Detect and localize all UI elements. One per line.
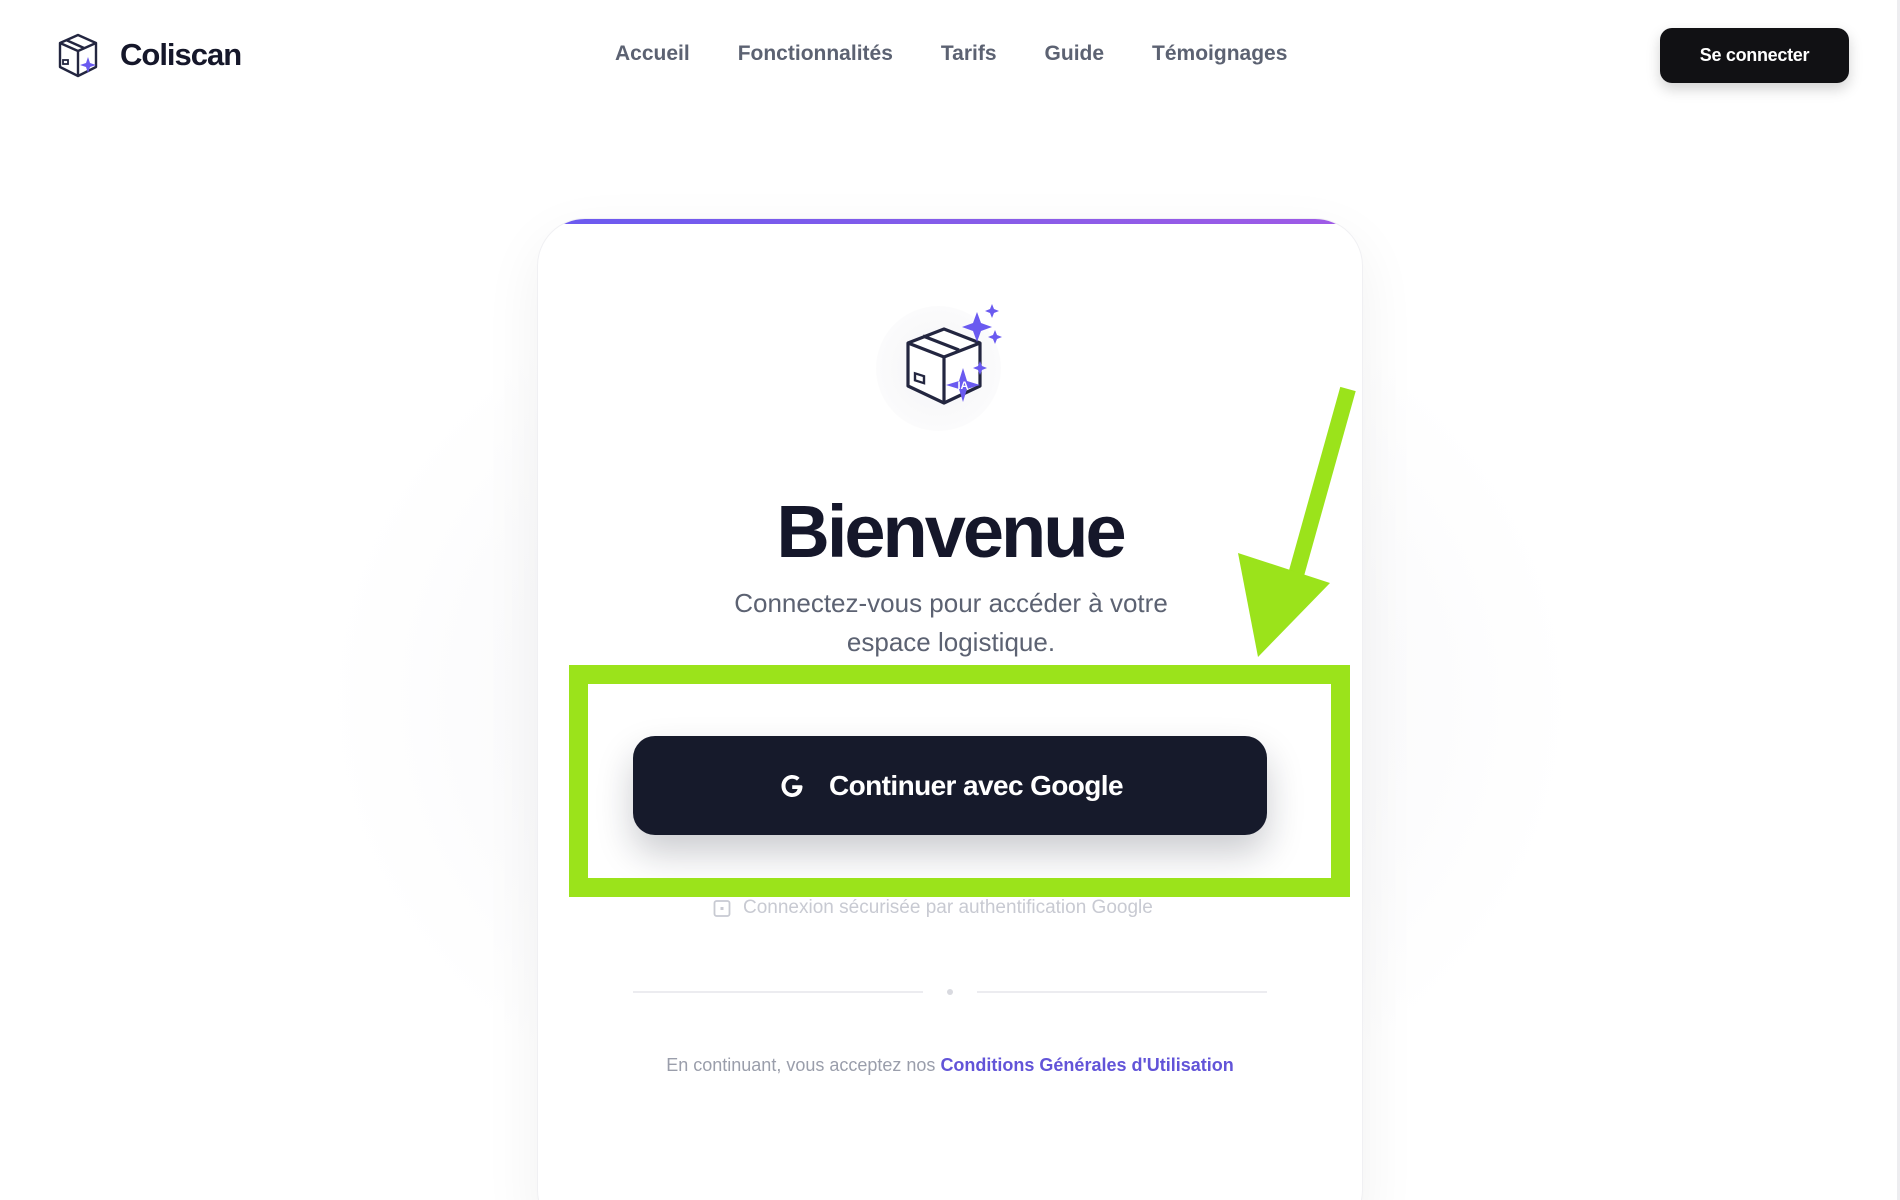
brand-name: Coliscan bbox=[120, 37, 242, 72]
login-page: Coliscan Accueil Fonctionnalités Tarifs … bbox=[0, 0, 1900, 1200]
nav-link-accueil[interactable]: Accueil bbox=[615, 42, 690, 66]
lock-icon bbox=[713, 900, 731, 917]
ia-badge-text: IA bbox=[958, 380, 969, 392]
welcome-subtitle: Connectez-vous pour accéder à votre espa… bbox=[734, 588, 1168, 657]
box-sparkle-icon: IA bbox=[906, 304, 1002, 405]
nav-link-guide[interactable]: Guide bbox=[1045, 42, 1105, 66]
terms-prefix: En continuant, vous acceptez nos bbox=[666, 1055, 936, 1075]
nav-link-fonctionnalites[interactable]: Fonctionnalités bbox=[738, 42, 893, 66]
welcome-title: Bienvenue bbox=[776, 490, 1126, 573]
brand-logo-icon bbox=[58, 33, 98, 78]
nav-link-tarifs[interactable]: Tarifs bbox=[941, 42, 997, 66]
google-g-icon bbox=[781, 774, 803, 797]
top-header: Coliscan Accueil Fonctionnalités Tarifs … bbox=[0, 0, 1900, 112]
nav-link-temoignages[interactable]: Témoignages bbox=[1152, 42, 1287, 66]
login-card: IA Bienvenue Connectez-vous pour accéder… bbox=[537, 218, 1363, 1200]
secure-note-text: Connexion sécurisée par authentification… bbox=[743, 897, 1153, 918]
divider bbox=[633, 987, 1267, 997]
google-signin-button[interactable]: Continuer avec Google bbox=[633, 736, 1267, 835]
card-accent-bar bbox=[538, 219, 1362, 224]
google-button-label: Continuer avec Google bbox=[829, 769, 1124, 801]
terms-text: En continuant, vous acceptez nos Conditi… bbox=[538, 1051, 1362, 1080]
main-nav: Accueil Fonctionnalités Tarifs Guide Tém… bbox=[615, 42, 1287, 66]
hero-icon-container: IA bbox=[871, 291, 1011, 431]
terms-link[interactable]: Conditions Générales d'Utilisation bbox=[940, 1055, 1233, 1075]
secure-note: Connexion sécurisée par authentification… bbox=[713, 897, 1153, 919]
login-button[interactable]: Se connecter bbox=[1660, 28, 1849, 83]
brand-link[interactable]: Coliscan bbox=[52, 30, 242, 80]
